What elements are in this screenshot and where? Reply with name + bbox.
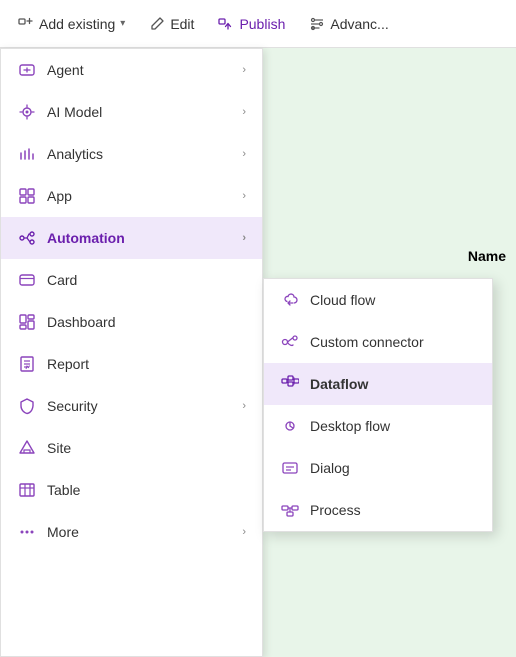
sidebar-item-security-label: Security (47, 398, 98, 414)
cloud-flow-label: Cloud flow (310, 292, 375, 308)
sidebar-item-card[interactable]: Card (1, 259, 262, 301)
custom-connector-label: Custom connector (310, 334, 424, 350)
more-icon (17, 523, 37, 541)
dialog-icon (280, 459, 300, 477)
dataflow-label: Dataflow (310, 376, 368, 392)
sidebar-item-security[interactable]: Security › (1, 385, 262, 427)
sidebar-item-automation-label: Automation (47, 230, 125, 246)
security-icon (17, 397, 37, 415)
sidebar-item-table-label: Table (47, 482, 80, 498)
app-chevron: › (242, 190, 246, 202)
name-column-header: Name (468, 248, 506, 264)
sidebar-item-report-label: Report (47, 356, 89, 372)
agent-icon (17, 61, 37, 79)
sidebar-item-analytics-label: Analytics (47, 146, 103, 162)
edit-icon (149, 15, 165, 32)
advance-icon (309, 15, 325, 32)
table-icon (17, 481, 37, 499)
agent-chevron: › (242, 64, 246, 76)
dataflow-icon (280, 375, 300, 393)
submenu-item-custom-connector[interactable]: Custom connector (264, 321, 492, 363)
main-area: Name Agent › (0, 48, 516, 657)
sidebar-item-app[interactable]: App › (1, 175, 262, 217)
toolbar: Add existing ▾ Edit Publish (0, 0, 516, 48)
sidebar-item-dashboard-label: Dashboard (47, 314, 116, 330)
publish-button[interactable]: Publish (208, 9, 295, 38)
automation-submenu: Cloud flow Custom connector (263, 278, 493, 532)
sidebar-item-agent-label: Agent (47, 62, 84, 78)
add-existing-label: Add existing (39, 16, 115, 32)
publish-icon (218, 15, 234, 32)
dialog-label: Dialog (310, 460, 350, 476)
desktop-flow-icon (280, 417, 300, 435)
sidebar-item-table[interactable]: Table (1, 469, 262, 511)
automation-chevron: › (242, 232, 246, 244)
submenu-item-cloud-flow[interactable]: Cloud flow (264, 279, 492, 321)
sidebar-item-agent[interactable]: Agent › (1, 49, 262, 91)
sidebar-item-card-label: Card (47, 272, 77, 288)
analytics-chevron: › (242, 148, 246, 160)
submenu-item-dataflow[interactable]: Dataflow (264, 363, 492, 405)
submenu-item-dialog[interactable]: Dialog (264, 447, 492, 489)
desktop-flow-label: Desktop flow (310, 418, 390, 434)
edit-label: Edit (170, 16, 194, 32)
more-chevron: › (242, 526, 246, 538)
publish-label: Publish (239, 16, 285, 32)
submenu-item-desktop-flow[interactable]: Desktop flow (264, 405, 492, 447)
card-icon (17, 271, 37, 289)
cloud-flow-icon (280, 291, 300, 309)
add-existing-icon (18, 15, 34, 32)
automation-icon (17, 229, 37, 247)
ai-model-chevron: › (242, 106, 246, 118)
site-icon (17, 439, 37, 457)
sidebar-item-analytics[interactable]: Analytics › (1, 133, 262, 175)
process-icon (280, 501, 300, 519)
advance-button[interactable]: Advanc... (299, 9, 398, 38)
primary-menu: Agent › AI Model › (0, 48, 263, 657)
sidebar-item-automation[interactable]: Automation › (1, 217, 262, 259)
sidebar-item-app-label: App (47, 188, 72, 204)
custom-connector-icon (280, 333, 300, 351)
process-label: Process (310, 502, 361, 518)
analytics-icon (17, 145, 37, 163)
edit-button[interactable]: Edit (139, 9, 204, 38)
sidebar-item-more[interactable]: More › (1, 511, 262, 553)
add-existing-button[interactable]: Add existing ▾ (8, 9, 135, 38)
add-existing-chevron: ▾ (120, 18, 125, 29)
ai-model-icon (17, 103, 37, 121)
sidebar-item-site-label: Site (47, 440, 71, 456)
sidebar-item-ai-model[interactable]: AI Model › (1, 91, 262, 133)
sidebar-item-more-label: More (47, 524, 79, 540)
sidebar-item-report[interactable]: Report (1, 343, 262, 385)
sidebar-item-dashboard[interactable]: Dashboard (1, 301, 262, 343)
app-icon (17, 187, 37, 205)
report-icon (17, 355, 37, 373)
sidebar-item-ai-model-label: AI Model (47, 104, 102, 120)
advance-label: Advanc... (330, 16, 388, 32)
dashboard-icon (17, 313, 37, 331)
security-chevron: › (242, 400, 246, 412)
submenu-item-process[interactable]: Process (264, 489, 492, 531)
sidebar-item-site[interactable]: Site (1, 427, 262, 469)
